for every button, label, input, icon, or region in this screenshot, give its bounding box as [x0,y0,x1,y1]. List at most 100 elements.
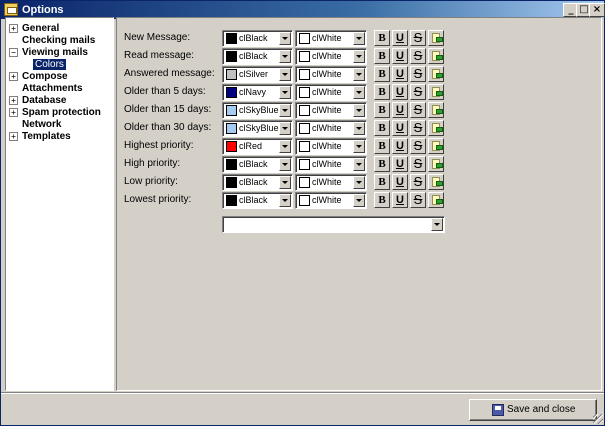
save-and-close-button[interactable]: Save and close [469,399,597,421]
apply-style-button-lowest-priority[interactable] [428,192,444,208]
bold-toggle-button-highest-priority[interactable]: B [374,138,390,154]
tree-item-spam-protection[interactable]: Spam protection [22,107,101,119]
dropdown-arrow-icon[interactable] [279,158,291,171]
text-color-select-answered-message[interactable]: clSilver [222,66,293,83]
close-button[interactable]: × [589,3,605,17]
tree-expander-general-icon[interactable]: + [9,24,18,33]
tree-item-database[interactable]: Database [22,95,66,107]
dropdown-arrow-icon[interactable] [279,86,291,99]
strikeout-toggle-button-older-than-30-days[interactable]: S [410,120,426,136]
underline-toggle-button-answered-message[interactable]: U [392,66,408,82]
dropdown-arrow-icon[interactable] [353,50,365,63]
apply-style-button-older-than-30-days[interactable] [428,120,444,136]
background-color-select-read-message[interactable]: clWhite [295,48,367,65]
strikeout-toggle-button-new-message[interactable]: S [410,30,426,46]
dropdown-arrow-icon[interactable] [279,68,291,81]
dropdown-arrow-icon[interactable] [353,158,365,171]
dropdown-arrow-icon[interactable] [279,140,291,153]
tree-item-compose[interactable]: Compose [22,71,68,83]
underline-toggle-button-low-priority[interactable]: U [392,174,408,190]
background-color-select-older-than-5-days[interactable]: clWhite [295,84,367,101]
bold-toggle-button-older-than-5-days[interactable]: B [374,84,390,100]
tree-expander-spam-protection-icon[interactable]: + [9,108,18,117]
bold-toggle-button-older-than-15-days[interactable]: B [374,102,390,118]
strikeout-toggle-button-highest-priority[interactable]: S [410,138,426,154]
underline-toggle-button-read-message[interactable]: U [392,48,408,64]
bold-toggle-button-answered-message[interactable]: B [374,66,390,82]
apply-style-button-read-message[interactable] [428,48,444,64]
apply-style-button-low-priority[interactable] [428,174,444,190]
tree-item-general[interactable]: General [22,23,59,35]
dropdown-arrow-icon[interactable] [279,104,291,117]
text-color-select-read-message[interactable]: clBlack [222,48,293,65]
text-color-select-older-than-15-days[interactable]: clSkyBlue [222,102,293,119]
background-color-select-low-priority[interactable]: clWhite [295,174,367,191]
bold-toggle-button-high-priority[interactable]: B [374,156,390,172]
background-color-select-older-than-15-days[interactable]: clWhite [295,102,367,119]
tree-item-attachments[interactable]: Attachments [22,83,83,95]
strikeout-toggle-button-answered-message[interactable]: S [410,66,426,82]
text-color-select-low-priority[interactable]: clBlack [222,174,293,191]
tree-expander-viewing-mails-icon[interactable]: − [9,48,18,57]
bold-toggle-button-lowest-priority[interactable]: B [374,192,390,208]
dropdown-arrow-icon[interactable] [353,122,365,135]
text-color-select-highest-priority[interactable]: clRed [222,138,293,155]
strikeout-toggle-button-low-priority[interactable]: S [410,174,426,190]
dropdown-arrow-icon[interactable] [353,68,365,81]
underline-toggle-button-highest-priority[interactable]: U [392,138,408,154]
underline-toggle-button-high-priority[interactable]: U [392,156,408,172]
text-color-select-lowest-priority[interactable]: clBlack [222,192,293,209]
dropdown-arrow-icon[interactable] [279,194,291,207]
underline-toggle-button-older-than-5-days[interactable]: U [392,84,408,100]
background-color-select-lowest-priority[interactable]: clWhite [295,192,367,209]
dropdown-arrow-icon[interactable] [279,32,291,45]
apply-style-button-high-priority[interactable] [428,156,444,172]
underline-toggle-button-older-than-30-days[interactable]: U [392,120,408,136]
tree-item-templates[interactable]: Templates [22,131,71,143]
tree-item-network[interactable]: Network [22,119,61,131]
underline-toggle-button-new-message[interactable]: U [392,30,408,46]
apply-style-button-older-than-15-days[interactable] [428,102,444,118]
background-color-select-older-than-30-days[interactable]: clWhite [295,120,367,137]
tree-expander-templates-icon[interactable]: + [9,132,18,141]
apply-style-button-answered-message[interactable] [428,66,444,82]
dropdown-arrow-icon[interactable] [353,140,365,153]
dropdown-arrow-icon[interactable] [279,50,291,63]
strikeout-toggle-button-lowest-priority[interactable]: S [410,192,426,208]
text-color-select-older-than-5-days[interactable]: clNavy [222,84,293,101]
background-color-select-highest-priority[interactable]: clWhite [295,138,367,155]
tree-item-colors[interactable]: Colors [33,59,66,71]
strikeout-toggle-button-older-than-5-days[interactable]: S [410,84,426,100]
bold-toggle-button-read-message[interactable]: B [374,48,390,64]
dropdown-arrow-icon[interactable] [279,176,291,189]
text-color-select-new-message[interactable]: clBlack [222,30,293,47]
strikeout-toggle-button-high-priority[interactable]: S [410,156,426,172]
strikeout-toggle-button-older-than-15-days[interactable]: S [410,102,426,118]
dropdown-arrow-icon[interactable] [353,176,365,189]
font-select-dropdown-icon[interactable] [431,218,443,231]
apply-style-button-older-than-5-days[interactable] [428,84,444,100]
dropdown-arrow-icon[interactable] [353,32,365,45]
dropdown-arrow-icon[interactable] [353,86,365,99]
background-color-select-new-message[interactable]: clWhite [295,30,367,47]
dropdown-arrow-icon[interactable] [353,194,365,207]
dropdown-arrow-icon[interactable] [353,104,365,117]
bold-toggle-button-low-priority[interactable]: B [374,174,390,190]
tree-item-viewing-mails[interactable]: Viewing mails [22,47,88,59]
tree-expander-database-icon[interactable]: + [9,96,18,105]
dropdown-arrow-icon[interactable] [279,122,291,135]
resize-grip[interactable] [593,414,603,424]
tree-item-checking-mails[interactable]: Checking mails [22,35,95,47]
text-color-select-older-than-30-days[interactable]: clSkyBlue [222,120,293,137]
text-color-select-high-priority[interactable]: clBlack [222,156,293,173]
options-tree[interactable]: + General Checking mails − Viewing mails Colo… [5,17,114,391]
bold-toggle-button-new-message[interactable]: B [374,30,390,46]
apply-style-button-new-message[interactable] [428,30,444,46]
underline-toggle-button-lowest-priority[interactable]: U [392,192,408,208]
font-select[interactable] [222,216,445,233]
strikeout-toggle-button-read-message[interactable]: S [410,48,426,64]
underline-toggle-button-older-than-15-days[interactable]: U [392,102,408,118]
background-color-select-answered-message[interactable]: clWhite [295,66,367,83]
tree-expander-compose-icon[interactable]: + [9,72,18,81]
background-color-select-high-priority[interactable]: clWhite [295,156,367,173]
